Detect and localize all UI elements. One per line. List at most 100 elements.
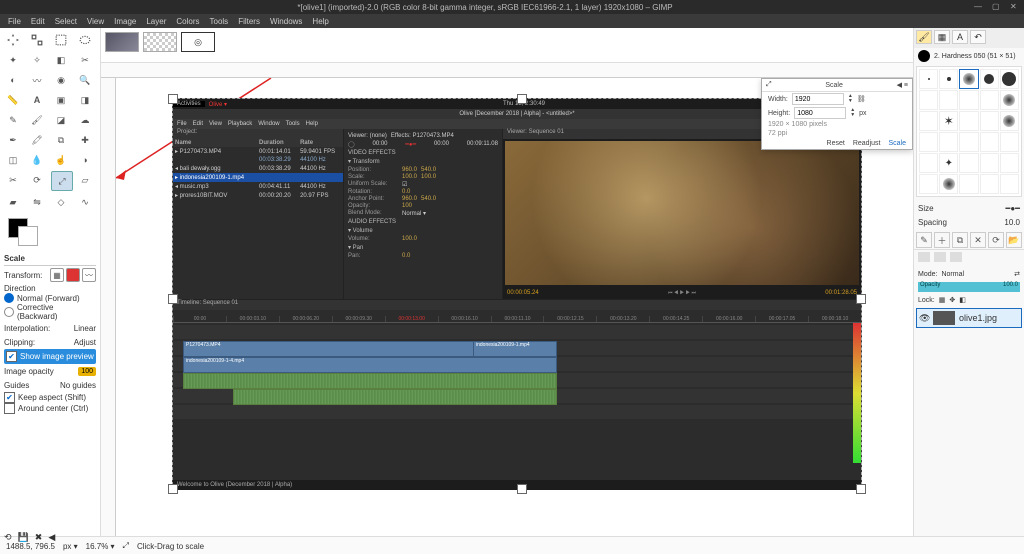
olive-menu-tools[interactable]: Tools — [286, 121, 300, 127]
menu-tools[interactable]: Tools — [210, 17, 229, 26]
chain-link-icon[interactable]: ⛓ — [857, 95, 866, 103]
dock-tab-patterns[interactable]: ▦ — [934, 30, 950, 44]
height-spin-down[interactable]: ▼ — [850, 113, 855, 118]
tool-smudge[interactable]: ☝ — [51, 151, 71, 169]
channels-tab[interactable] — [934, 252, 946, 262]
layer-opacity-slider[interactable]: Opacity 100.0 — [918, 282, 1020, 292]
project-row[interactable]: ◂ bali dewały.ogg00:03:38.2944100 Hz — [173, 164, 343, 173]
brush-item[interactable] — [1000, 69, 1019, 89]
image-tab-0[interactable] — [105, 32, 139, 52]
tool-ink[interactable]: ✒ — [3, 131, 23, 149]
brush-refresh-btn[interactable]: ⟳ — [988, 232, 1004, 248]
tool-dodge[interactable]: ◑ — [75, 151, 95, 169]
olive-menu-help[interactable]: Help — [306, 121, 318, 127]
status-unit-dropdown[interactable]: px ▾ — [63, 542, 78, 551]
project-row[interactable]: ▸ P1270473.MP400:01:14.0159.9401 FPS — [173, 147, 343, 156]
color-swatches[interactable] — [4, 218, 96, 246]
olive-menu-window[interactable]: Window — [258, 121, 279, 127]
radio-backward[interactable] — [4, 307, 14, 317]
tool-free-select[interactable]: ✦ — [3, 51, 23, 69]
pos-x-field[interactable]: 960.0 — [402, 167, 417, 173]
brush-preview[interactable] — [918, 50, 930, 62]
monitor-play-btn[interactable]: ▶ — [680, 290, 684, 296]
brush-item[interactable] — [919, 174, 938, 194]
menu-image[interactable]: Image — [114, 17, 136, 26]
layer-row[interactable]: 👁 olive1.jpg — [916, 308, 1022, 328]
monitor-step-back-btn[interactable]: ◀ — [674, 290, 678, 296]
menu-layer[interactable]: Layer — [146, 17, 166, 26]
brush-item[interactable]: ✶ — [939, 111, 958, 131]
scale-apply-btn[interactable]: Scale — [888, 140, 906, 147]
anchor-y-field[interactable]: 540.0 — [421, 196, 436, 202]
tool-pencil[interactable]: ✎ — [3, 111, 23, 129]
brush-item[interactable] — [959, 90, 978, 110]
tool-bucket[interactable]: ▣ — [51, 91, 71, 109]
brush-item[interactable] — [959, 111, 978, 131]
interpolation-dropdown[interactable]: Linear — [74, 324, 96, 333]
scale-handle-nw[interactable] — [168, 94, 178, 104]
layer-mode-dropdown[interactable]: Normal — [941, 271, 964, 278]
brush-item[interactable] — [980, 132, 999, 152]
timeline-audio-clip[interactable] — [183, 373, 557, 389]
tool-flip[interactable]: ⇋ — [27, 193, 47, 211]
brush-size-slider[interactable]: ━●━ — [1006, 204, 1020, 213]
brush-item[interactable] — [1000, 174, 1019, 194]
paths-tab[interactable] — [950, 252, 962, 262]
scale-height-input[interactable] — [794, 107, 846, 119]
around-center-check[interactable] — [4, 403, 15, 414]
tool-persp-clone[interactable]: ◫ — [3, 151, 23, 169]
timeline-v0[interactable]: indonesia200109-1-4.mp4 — [173, 357, 861, 371]
brush-del-btn[interactable]: ✕ — [970, 232, 986, 248]
brush-item[interactable] — [980, 69, 999, 89]
tool-perspective[interactable]: ▰ — [3, 193, 23, 211]
volume-field[interactable]: 100.0 — [402, 236, 417, 242]
tool-zoom[interactable]: 🔍 — [75, 71, 95, 89]
image-tab-2[interactable]: ◎ — [181, 32, 215, 52]
brush-item[interactable] — [919, 153, 938, 173]
scale-width-input[interactable] — [792, 93, 844, 105]
tool-by-color[interactable]: ◧ — [51, 51, 71, 69]
project-row[interactable]: ▸ prores10BIT.MOV00:00:20.2020.97 FPS — [173, 191, 343, 200]
olive-monitor-viewport[interactable] — [505, 141, 859, 285]
scale-unit-dropdown[interactable]: px — [859, 110, 866, 117]
layer-name[interactable]: olive1.jpg — [959, 313, 997, 323]
tool-paths[interactable]: 〰 — [27, 71, 47, 89]
tool-gradient[interactable]: ◨ — [75, 91, 95, 109]
close-icon[interactable]: ✕ — [1010, 2, 1020, 12]
tool-options-restore-icon[interactable]: ◀ — [48, 532, 55, 543]
project-row[interactable]: 00:03:38.2944100 Hz — [173, 156, 343, 164]
olive-app-label[interactable]: Olive ▾ — [209, 101, 227, 108]
rotation-field[interactable]: 0.0 — [402, 189, 410, 195]
minimize-icon[interactable]: — — [974, 2, 984, 12]
tool-scissors[interactable]: ✂ — [75, 51, 95, 69]
dock-tab-history[interactable]: ↶ — [970, 30, 986, 44]
tool-mypaint[interactable]: 🖍 — [27, 131, 47, 149]
brush-item[interactable] — [959, 153, 978, 173]
image-opacity-slider[interactable]: 100 — [78, 367, 96, 376]
transform-path-btn[interactable]: 〰 — [82, 268, 96, 282]
anchor-x-field[interactable]: 960.0 — [402, 196, 417, 202]
tool-clone[interactable]: ⧉ — [51, 131, 71, 149]
brush-item[interactable] — [919, 132, 938, 152]
lock-pixels-btn[interactable]: ▦ — [939, 296, 946, 304]
scale-handle-w[interactable] — [168, 294, 178, 304]
timeline-clip[interactable]: P1270473.MP4 — [183, 341, 477, 357]
menu-view[interactable]: View — [87, 17, 104, 26]
scale-handle-sw[interactable] — [168, 484, 178, 494]
transform-selection-btn[interactable] — [66, 268, 80, 282]
blend-dropdown[interactable]: Normal ▾ — [402, 210, 426, 217]
dock-tab-fonts[interactable]: A — [952, 30, 968, 44]
tool-crop[interactable]: ✂ — [3, 171, 23, 189]
timeline-clip[interactable]: indonesia200109-1-4.mp4 — [183, 357, 557, 373]
menu-select[interactable]: Select — [55, 17, 77, 26]
timeline-a1[interactable] — [173, 373, 861, 387]
tool-scale[interactable]: ⤢ — [51, 171, 73, 191]
brush-item[interactable] — [980, 174, 999, 194]
brush-dup-btn[interactable]: ⧉ — [952, 232, 968, 248]
maximize-icon[interactable]: ▢ — [992, 2, 1002, 12]
olive-menu-file[interactable]: File — [177, 121, 187, 127]
lock-position-btn[interactable]: ✥ — [949, 296, 955, 304]
dock-tab-brushes[interactable]: 🖌 — [916, 30, 932, 44]
brush-item[interactable] — [939, 69, 958, 89]
monitor-prev-btn[interactable]: ⏮ — [668, 290, 673, 296]
